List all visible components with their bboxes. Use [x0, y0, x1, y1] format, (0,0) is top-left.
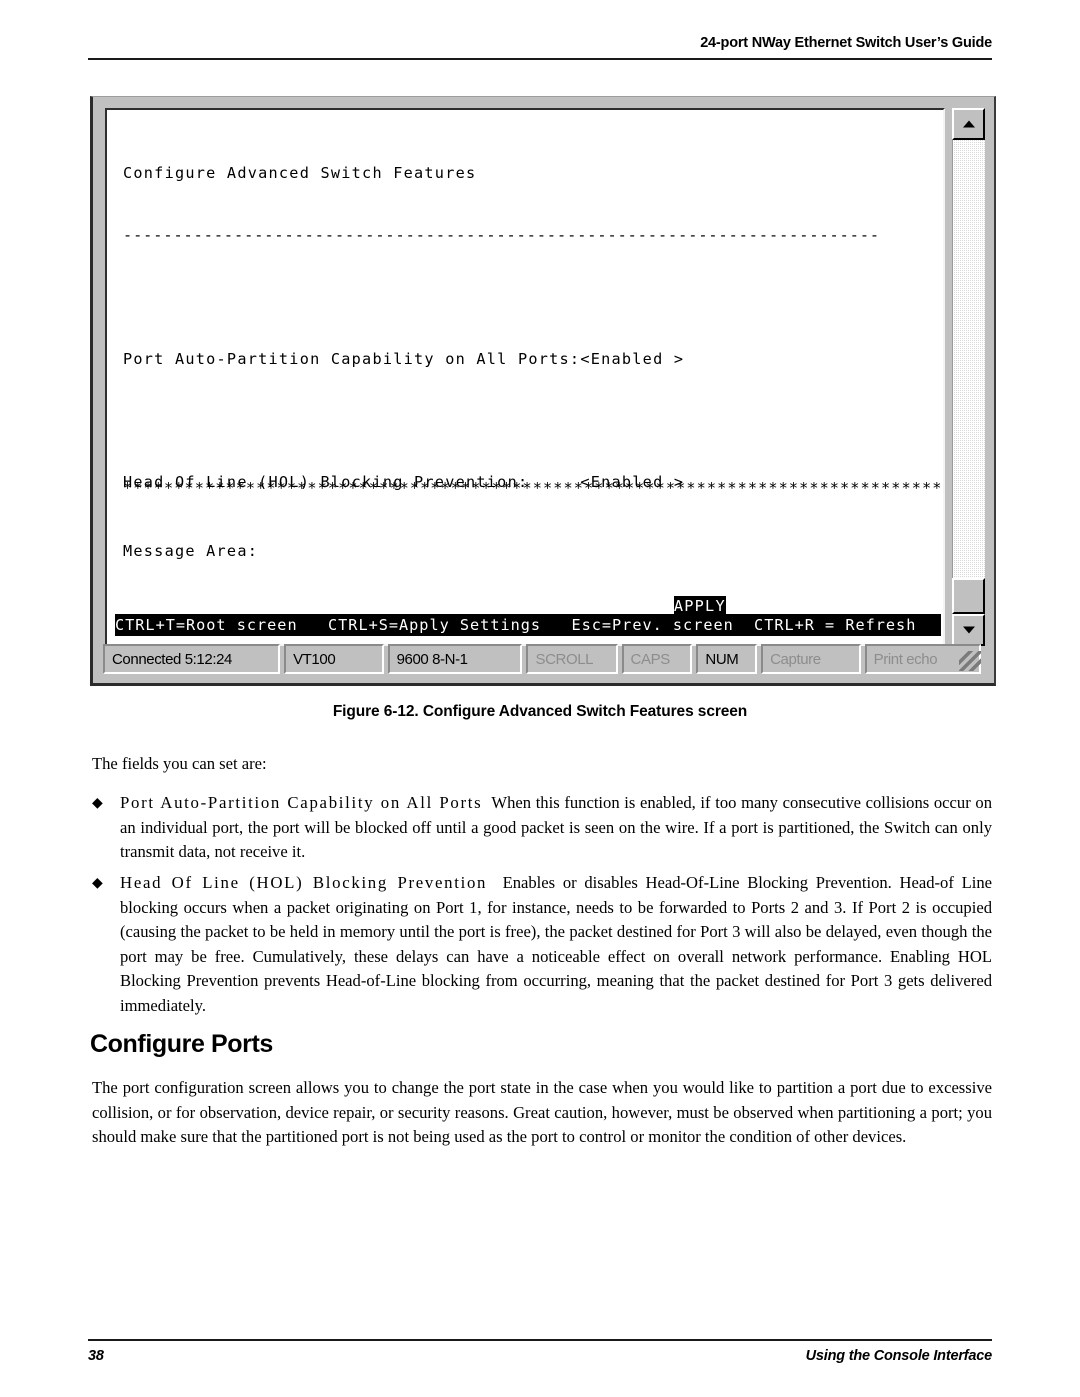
terminal-message-area-label: Message Area: [123, 542, 259, 560]
bullet-item-port-auto-partition: ◆ Port Auto-Partition Capability on All P… [92, 791, 992, 865]
diamond-bullet-icon: ◆ [92, 796, 103, 811]
vertical-scrollbar[interactable] [952, 108, 985, 646]
bullet-item-hol-blocking: ◆ Head Of Line (HOL) Blocking Prevention … [92, 871, 992, 1018]
terminal-status-bar: Connected 5:12:24 VT100 9600 8-N-1 SCROL… [103, 644, 985, 674]
status-capture[interactable]: Capture [761, 644, 861, 674]
footer-divider-rule [88, 1339, 992, 1341]
scrollbar-thumb[interactable] [952, 578, 985, 614]
intro-paragraph: The fields you can set are: [92, 754, 267, 773]
bullet-lead-in: Port Auto-Partition Capability on All Po… [120, 793, 483, 812]
window-inner-frame: Configure Advanced Switch Features -----… [96, 100, 991, 680]
page-footer: 38 Using the Console Interface [88, 1348, 992, 1364]
terminal-client-area: Configure Advanced Switch Features -----… [105, 108, 985, 646]
running-head-text: 24-port NWay Ethernet Switch User’s Guid… [700, 35, 992, 51]
header-divider-rule [88, 58, 992, 60]
bullet-lead-in: Head Of Line (HOL) Blocking Prevention [120, 873, 488, 892]
scrollbar-track[interactable] [952, 140, 985, 614]
field-port-auto-partition[interactable]: Port Auto-Partition Capability on All Po… [123, 349, 941, 370]
status-emulation[interactable]: VT100 [284, 644, 384, 674]
terminal-key-help-bar: CTRL+T=Root screen CTRL+S=Apply Settings… [115, 614, 941, 636]
terminal-title: Configure Advanced Switch Features [123, 164, 477, 183]
section-paragraph-configure-ports: The port configuration screen allows you… [92, 1078, 992, 1146]
terminal-spacer-1 [123, 287, 941, 308]
running-head: 24-port NWay Ethernet Switch User’s Guid… [88, 34, 992, 52]
scroll-down-arrow-icon[interactable] [952, 614, 985, 646]
bullet-body: Enables or disables Head-Of-Line Blockin… [120, 873, 992, 1015]
figure-caption: Figure 6-12. Configure Advanced Switch F… [332, 703, 748, 720]
status-caps: CAPS [621, 644, 693, 674]
diamond-bullet-icon: ◆ [92, 876, 103, 891]
status-scroll: SCROLL [526, 644, 618, 674]
status-num: NUM [696, 644, 758, 674]
page-number: 38 [88, 1348, 104, 1364]
footer-section-label: Using the Console Interface [805, 1348, 993, 1364]
hyperterminal-window: Configure Advanced Switch Features -----… [90, 96, 996, 686]
scroll-up-arrow-icon[interactable] [952, 108, 985, 140]
status-connected: Connected 5:12:24 [103, 644, 281, 674]
section-heading-configure-ports: Configure Ports [90, 1030, 273, 1058]
vt100-screen[interactable]: Configure Advanced Switch Features -----… [105, 108, 945, 646]
terminal-message-block: ****************************************… [123, 436, 945, 604]
status-line-config[interactable]: 9600 8-N-1 [387, 644, 523, 674]
terminal-star-divider: ****************************************… [123, 479, 945, 497]
terminal-spacer-2 [123, 410, 941, 431]
terminal-divider: ----------------------------------------… [123, 225, 881, 244]
